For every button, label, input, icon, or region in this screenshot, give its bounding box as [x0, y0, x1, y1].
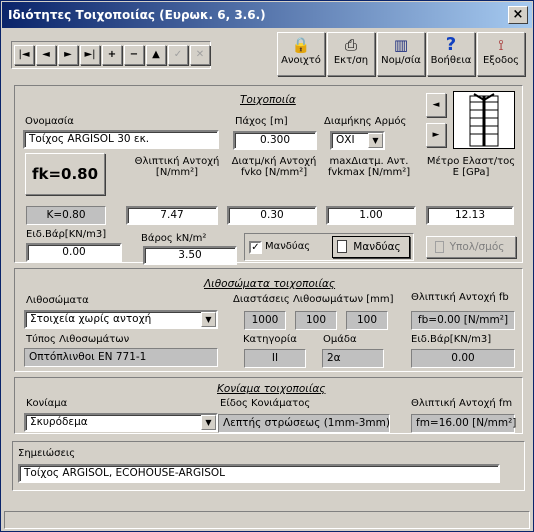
delete-record-button[interactable]: −	[124, 45, 144, 65]
next-record-button[interactable]: ►	[58, 45, 78, 65]
lock-icon: 🔒	[291, 36, 311, 54]
units-type-combo[interactable]: Στοιχεία χωρίς αντοχή ▼	[24, 310, 218, 329]
elastic-modulus-input[interactable]: 12.13	[426, 206, 514, 225]
masonry-section-title: Τοιχοποιία	[240, 94, 296, 106]
joint-label: Διαμήκης Αρμός	[324, 116, 407, 127]
calculate-button[interactable]: Υπολ/σμός	[426, 236, 516, 258]
units-type-label: Λιθοσώματα	[26, 295, 89, 306]
unit-weight-label: Ειδ.Βάρ[KN/m3]	[26, 229, 107, 240]
units-category-label: Κατηγορία	[243, 334, 297, 345]
elastic-modulus-label: Μέτρο Ελαστ/τος E [GPa]	[426, 156, 516, 178]
mandyas-button-label: Μανδύας	[353, 241, 401, 253]
unit-height-value: 100	[346, 311, 388, 330]
units-section-title: Λιθοσώματα τοιχοποιίας	[204, 278, 336, 290]
units-unit-weight-value: 0.00	[411, 349, 515, 368]
mortar-fm-value: fm=16.00 [N/mm²]	[411, 414, 516, 433]
mortar-section-title: Κονίαμα τοιχοποιίας	[217, 383, 326, 395]
units-type-combo-value: Στοιχεία χωρίς αντοχή	[30, 313, 152, 325]
cancel-record-button[interactable]: ✕	[190, 45, 210, 65]
printer-icon: ⎙	[344, 36, 357, 54]
next-image-button[interactable]: ►	[426, 123, 446, 147]
fvko-label: Διατμ/κή Αντοχή fvko [N/mm²]	[231, 156, 317, 178]
units-kind-value: Οπτόπλινθοι EN 771-1	[24, 348, 218, 367]
units-dims-label: Διαστάσεις Λιθοσωμάτων [mm]	[233, 294, 394, 305]
mortar-fm-label: Θλιπτική Αντοχή fm	[411, 398, 513, 409]
units-fb-value: fb=0.00 [N/mm²]	[411, 311, 515, 330]
open-button-label: Ανοιχτό	[281, 55, 321, 66]
prev-image-button[interactable]: ◄	[426, 93, 446, 117]
units-group-label: Ομάδα	[323, 334, 357, 345]
unit-width-value: 100	[295, 311, 337, 330]
units-group-value: 2α	[322, 349, 384, 368]
mandyas-checkbox[interactable]: ✓	[249, 241, 262, 254]
exit-icon: ⟟	[498, 36, 504, 54]
mandyas-checkbox-label: Μανδύας	[265, 241, 311, 252]
calculate-button-label: Υπολ/σμός	[449, 241, 505, 253]
fb-label: Θλιπτική Αντοχή [N/mm²]	[134, 156, 220, 178]
exit-button[interactable]: ⟟ Εξοδος	[477, 32, 525, 76]
add-record-button[interactable]: +	[102, 45, 122, 65]
regulation-button-label: Νομ/σία	[381, 55, 421, 66]
edit-record-button[interactable]: ▲	[146, 45, 166, 65]
joint-combo[interactable]: ΟΧΙ ▼	[330, 131, 385, 150]
joint-combo-value: ΟΧΙ	[336, 134, 355, 146]
name-input[interactable]: Τοίχος ARGISOL 30 εκ.	[23, 130, 219, 149]
thickness-label: Πάχος [m]	[235, 116, 288, 127]
mortar-type-label: Κονίαμα	[26, 398, 68, 409]
fb-input[interactable]: 7.47	[126, 206, 218, 225]
fvko-input[interactable]: 0.30	[227, 206, 317, 225]
wall-diagram-image	[453, 91, 515, 149]
mortar-type-combo-value: Σκυρόδεμα	[30, 416, 88, 428]
weight-input[interactable]: 3.50	[143, 246, 237, 265]
print-button[interactable]: ⎙ Εκτ/ση	[327, 32, 375, 76]
mandyas-button[interactable]: Μανδύας	[332, 236, 410, 258]
chevron-down-icon[interactable]: ▼	[201, 415, 216, 430]
exit-button-label: Εξοδος	[482, 55, 520, 66]
title-bar: Ιδιότητες Τοιχοποιίας (Ευρωκ. 6, 3.6.) ×	[2, 2, 532, 28]
properties-window: Ιδιότητες Τοιχοποιίας (Ευρωκ. 6, 3.6.) ×…	[0, 0, 534, 532]
units-category-value: II	[244, 349, 306, 368]
weight-label: Βάρος kN/m²	[141, 233, 207, 244]
window-title: Ιδιότητες Τοιχοποιίας (Ευρωκ. 6, 3.6.)	[8, 8, 266, 22]
help-icon: ?	[445, 34, 457, 55]
fvkmax-input[interactable]: 1.00	[326, 206, 416, 225]
books-icon: ▥	[393, 36, 409, 54]
calculator-icon	[337, 240, 347, 253]
units-fb-label: Θλιπτική Αντοχή fb	[411, 292, 509, 303]
regulation-button[interactable]: ▥ Νομ/σία	[377, 32, 425, 76]
chevron-down-icon[interactable]: ▼	[368, 133, 383, 148]
formula-box: fk=0.80 fb0.65	[25, 153, 105, 226]
help-button-label: Βοήθεια	[430, 55, 472, 66]
fvkmax-label: maxΔιατμ. Αντ. fvkmax [N/mm²]	[327, 156, 411, 178]
first-record-button[interactable]: |◄	[14, 45, 34, 65]
units-unit-weight-label: Ειδ.Βάρ[KN/m3]	[411, 334, 492, 345]
notes-input[interactable]: Τοίχος ARGISOL, ECOHOUSE-ARGISOL	[18, 464, 500, 483]
mortar-kind-label: Είδος Κονιάματος	[220, 398, 311, 409]
unit-length-value: 1000	[244, 311, 286, 330]
last-record-button[interactable]: ►|	[80, 45, 100, 65]
open-button[interactable]: 🔒 Ανοιχτό	[277, 32, 325, 76]
thickness-input[interactable]: 0.300	[233, 131, 317, 150]
chevron-down-icon[interactable]: ▼	[201, 312, 216, 327]
unit-weight-input[interactable]: 0.00	[26, 243, 122, 262]
prev-record-button[interactable]: ◄	[36, 45, 56, 65]
mortar-kind-value: Λεπτής στρώσεως (1mm-3mm)	[218, 414, 390, 433]
help-button[interactable]: ? Βοήθεια	[427, 32, 475, 76]
post-record-button[interactable]: ✓	[168, 45, 188, 65]
name-label: Ονομασία	[25, 116, 74, 127]
k-value: K=0.80	[26, 206, 106, 225]
mortar-type-combo[interactable]: Σκυρόδεμα ▼	[24, 413, 218, 432]
close-button[interactable]: ×	[508, 6, 528, 24]
status-bar	[4, 511, 530, 529]
print-button-label: Εκτ/ση	[333, 55, 369, 66]
calculator-icon	[435, 241, 444, 253]
units-kind-label: Τύπος Λιθοσωμάτων	[26, 334, 130, 345]
notes-label: Σημειώσεις	[18, 448, 76, 459]
